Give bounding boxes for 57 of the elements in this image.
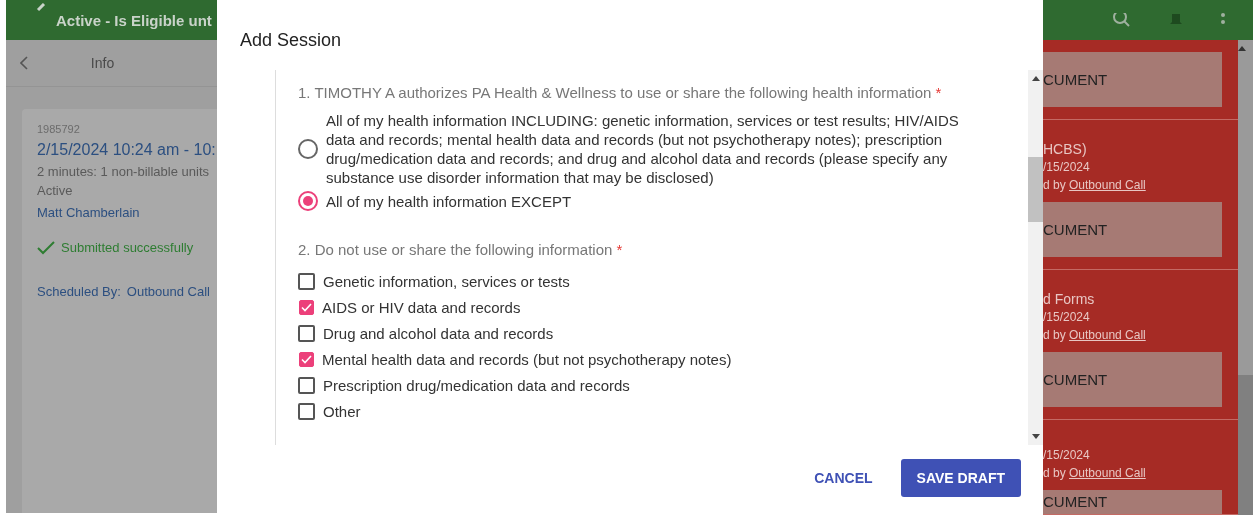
document-source: d by Outbound Call (1043, 177, 1147, 194)
more-icon[interactable] (1221, 13, 1225, 27)
source-link[interactable]: Outbound Call (1069, 178, 1146, 192)
document-button[interactable]: CUMENT (1043, 52, 1222, 107)
status-title: Active - Is Eligible unt (56, 11, 212, 29)
document-button[interactable]: CUMENT (1043, 352, 1222, 407)
back-chevron-icon[interactable] (20, 56, 28, 70)
question-label: 2. Do not use or share the following information * (298, 241, 624, 258)
cancel-button[interactable]: CANCEL (808, 462, 879, 494)
checkbox-option[interactable]: Drug and alcohol data and records (298, 320, 1028, 346)
page-scrollbar-thumb[interactable] (1238, 375, 1253, 515)
question-label: 1. TIMOTHY A authorizes PA Health & Wellness to use or share the following health information * (298, 84, 943, 101)
scrollbar[interactable] (1028, 70, 1043, 445)
session-time: 2/15/2024 10:24 am - 10: (37, 139, 217, 160)
document-title: d Forms (1043, 290, 1096, 308)
dialog-title: Add Session (240, 30, 343, 52)
session-id: 1985792 (37, 122, 81, 137)
document-source: d by Outbound Call (1043, 327, 1147, 344)
checkbox-option[interactable]: Genetic information, services or tests (298, 268, 1028, 294)
radio-button[interactable] (298, 191, 318, 211)
checkbox-option[interactable]: AIDS or HIV data and records (298, 294, 1028, 320)
staff-link[interactable]: Matt Chamberlain (37, 202, 217, 222)
search-icon[interactable] (1113, 13, 1131, 27)
checkbox-option[interactable]: Mental health data and records (but not psychotherapy notes) (298, 346, 1028, 372)
save-draft-button[interactable]: SAVE DRAFT (900, 459, 1021, 497)
check-icon (37, 240, 55, 255)
checkbox[interactable] (298, 324, 315, 342)
info-title: Info (89, 55, 116, 71)
document-button[interactable]: CUMENT (1043, 490, 1222, 514)
document-date: /15/2024 (1043, 159, 1091, 176)
source-link[interactable]: Outbound Call (1069, 466, 1146, 480)
source-link[interactable]: Outbound Call (1069, 328, 1146, 342)
radio-option[interactable]: All of my health information EXCEPT (298, 191, 988, 211)
document-date: /15/2024 (1043, 309, 1091, 326)
scrollbar-thumb[interactable] (1028, 157, 1043, 222)
checkbox[interactable] (299, 299, 314, 315)
page-scrollbar[interactable] (1238, 40, 1253, 515)
scroll-up-icon[interactable] (1031, 76, 1040, 81)
checkbox-option[interactable]: Prescription drug/medication data and records (298, 372, 1028, 398)
document-source: d by Outbound Call (1043, 465, 1147, 482)
session-duration: 2 minutes: 1 non-billable units (37, 162, 210, 181)
document-title: HCBS) (1043, 140, 1088, 158)
document-button[interactable]: CUMENT (1043, 202, 1222, 257)
session-status: Active (37, 182, 74, 200)
scroll-down-icon[interactable] (1031, 434, 1040, 439)
checkbox[interactable] (298, 272, 315, 290)
scheduled-by-link[interactable]: Outbound Call (126, 281, 210, 301)
checkbox[interactable] (298, 376, 315, 394)
checkbox-option[interactable]: Other (298, 398, 1028, 424)
page-scroll-up-icon[interactable] (1238, 46, 1246, 51)
radio-button[interactable] (298, 139, 318, 159)
radio-option[interactable]: All of my health information INCLUDING: genetic information, services or test results; HIV/AIDS data and records; mental health data and records (but not psychotherapy notes); prescription drug/medication data and records; and drug and alcohol data and records (please specify any substance use disorder information that may be disclosed) (298, 111, 988, 187)
checkbox[interactable] (298, 402, 315, 420)
scheduled-label: Scheduled By: (37, 282, 121, 301)
checkbox[interactable] (299, 351, 314, 367)
document-date: /15/2024 (1043, 447, 1091, 464)
success-message: Submitted successfully (61, 239, 194, 257)
